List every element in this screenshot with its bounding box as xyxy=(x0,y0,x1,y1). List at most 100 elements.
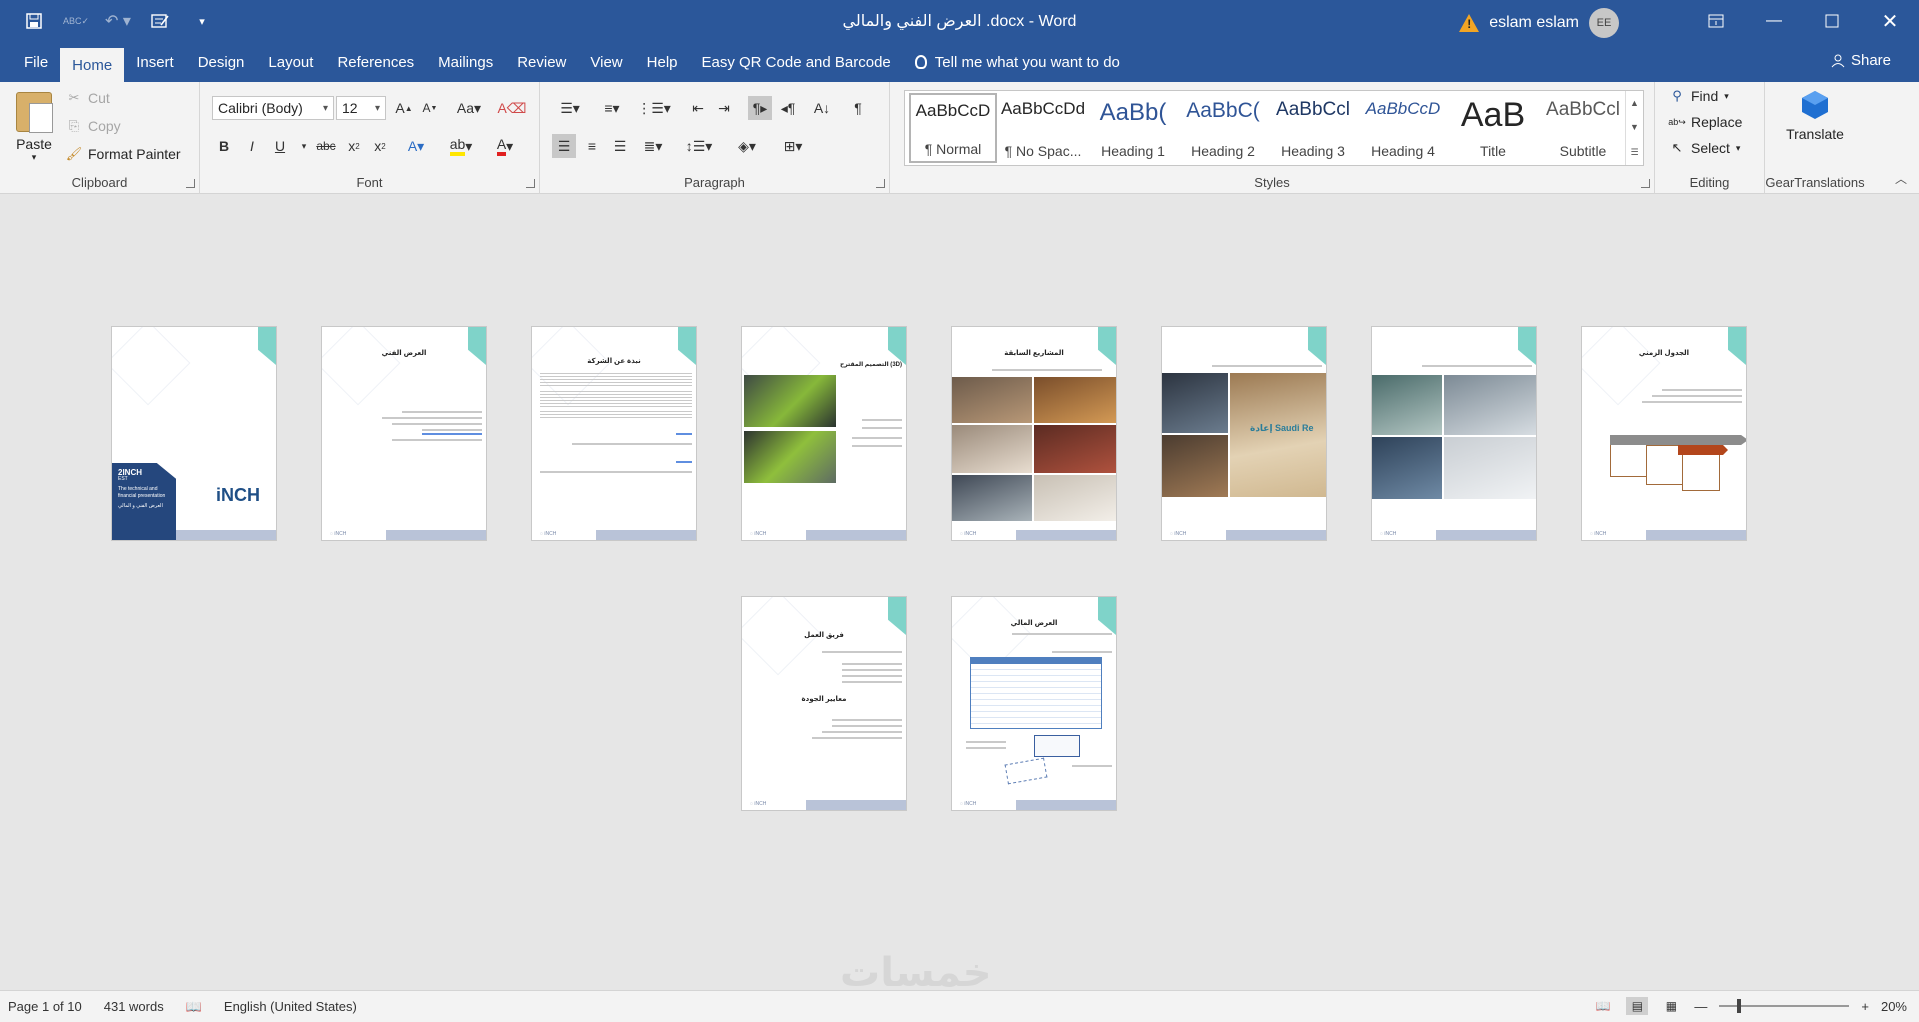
text-effects-icon[interactable]: A▾ xyxy=(404,134,428,158)
line-spacing-icon[interactable]: ↕☰▾ xyxy=(682,134,716,158)
tab-help[interactable]: Help xyxy=(635,42,690,82)
tab-layout[interactable]: Layout xyxy=(256,42,325,82)
close-icon[interactable]: ✕ xyxy=(1861,0,1919,42)
paragraph-launcher-icon[interactable] xyxy=(876,179,885,188)
sort-icon[interactable]: A↓ xyxy=(810,96,834,120)
borders-icon[interactable]: ⊞▾ xyxy=(776,134,810,158)
collapse-ribbon-icon[interactable]: ︿ xyxy=(1895,170,1907,187)
page-thumbnail-1[interactable]: 2INCH EST The technical and financial pr… xyxy=(111,326,277,541)
find-button[interactable]: ⚲ Find ▾ xyxy=(1669,88,1729,104)
underline-icon[interactable]: U xyxy=(268,134,292,158)
style-normal[interactable]: AaBbCcD ¶ Normal xyxy=(909,93,997,163)
proofing-icon[interactable]: 📖 xyxy=(186,999,202,1015)
tab-easy-qr-code-and-barcode[interactable]: Easy QR Code and Barcode xyxy=(690,42,903,82)
page-thumbnail-3[interactable]: نبذة عن الشركة ◌ iNCH xyxy=(531,326,697,541)
zoom-level[interactable]: 20% xyxy=(1881,999,1907,1014)
numbering-icon[interactable]: ≡▾ xyxy=(594,96,630,120)
clear-formatting-icon[interactable]: A⌫ xyxy=(497,96,526,120)
share-button[interactable]: Share xyxy=(1831,52,1891,69)
page-count[interactable]: Page 1 of 10 xyxy=(8,999,82,1015)
tell-me-search[interactable]: Tell me what you want to do xyxy=(903,42,1132,82)
font-launcher-icon[interactable] xyxy=(526,179,535,188)
style-heading-4[interactable]: AaBbCcD Heading 4 xyxy=(1359,93,1447,163)
bold-icon[interactable]: B xyxy=(212,134,236,158)
tab-design[interactable]: Design xyxy=(186,42,257,82)
align-right-icon[interactable]: ☰ xyxy=(608,134,632,158)
page-thumbnail-7[interactable]: ◌ iNCH xyxy=(1371,326,1537,541)
style-heading-2[interactable]: AaBbC( Heading 2 xyxy=(1179,93,1267,163)
paste-dropdown-icon[interactable]: ▾ xyxy=(32,152,37,163)
decrease-indent-icon[interactable]: ⇤ xyxy=(686,96,710,120)
document-area[interactable]: 2INCH EST The technical and financial pr… xyxy=(0,195,1919,995)
superscript-icon[interactable]: x2 xyxy=(368,134,392,158)
grow-font-icon[interactable]: A ▲ xyxy=(392,96,416,120)
tab-file[interactable]: File xyxy=(12,42,60,82)
multilevel-list-icon[interactable]: ⋮☰▾ xyxy=(636,96,672,120)
styles-launcher-icon[interactable] xyxy=(1641,179,1650,188)
copy-button[interactable]: ⎘ Copy xyxy=(66,118,121,134)
print-layout-icon[interactable]: ▤ xyxy=(1626,997,1649,1015)
web-layout-icon[interactable]: ▦ xyxy=(1660,997,1682,1015)
page-thumbnail-10[interactable]: العرض المالي ◌ iNCH xyxy=(951,596,1117,811)
account-area[interactable]: eslam eslam EE xyxy=(1459,8,1619,38)
justify-icon[interactable]: ≣▾ xyxy=(636,134,670,158)
show-marks-icon[interactable]: ¶ xyxy=(846,96,870,120)
page-thumbnail-4[interactable]: التصميم المقترح (3D) ◌ iNCH xyxy=(741,326,907,541)
avatar[interactable]: EE xyxy=(1589,8,1619,38)
scroll-down-icon[interactable]: ▼ xyxy=(1630,122,1639,132)
user-name[interactable]: eslam eslam xyxy=(1489,14,1579,32)
style-subtitle[interactable]: AaBbCcl Subtitle xyxy=(1539,93,1627,163)
increase-indent-icon[interactable]: ⇥ xyxy=(712,96,736,120)
shading-icon[interactable]: ◈▾ xyxy=(730,134,764,158)
more-styles-icon[interactable]: ☰ xyxy=(1630,147,1638,158)
zoom-out-icon[interactable]: — xyxy=(1694,999,1707,1014)
align-left-icon[interactable]: ☰ xyxy=(552,134,576,158)
zoom-slider-thumb[interactable] xyxy=(1737,999,1742,1013)
maximize-icon[interactable] xyxy=(1803,0,1861,42)
font-size-combo[interactable]: 12 xyxy=(336,96,386,120)
bullets-icon[interactable]: ☰▾ xyxy=(552,96,588,120)
tab-references[interactable]: References xyxy=(325,42,426,82)
cut-button[interactable]: ✂ Cut xyxy=(66,90,110,106)
format-painter-button[interactable]: 🖌 Format Painter xyxy=(66,146,181,162)
rtl-direction-icon[interactable]: ◂¶ xyxy=(776,96,800,120)
style-no-spacing[interactable]: AaBbCcDd ¶ No Spac... xyxy=(999,93,1087,163)
paste-button[interactable]: Paste ▾ xyxy=(16,92,53,163)
zoom-slider[interactable] xyxy=(1719,999,1850,1013)
language-indicator[interactable]: English (United States) xyxy=(224,999,357,1015)
ribbon-display-options-icon[interactable] xyxy=(1687,0,1745,42)
page-thumbnail-5[interactable]: المشاريع السابقة ◌ iNCH xyxy=(951,326,1117,541)
strikethrough-icon[interactable]: abc xyxy=(312,134,340,158)
warning-icon[interactable] xyxy=(1459,14,1480,32)
minimize-icon[interactable]: — xyxy=(1745,0,1803,42)
tab-mailings[interactable]: Mailings xyxy=(426,42,505,82)
share-label[interactable]: Share xyxy=(1851,52,1891,69)
zoom-in-icon[interactable]: + xyxy=(1861,999,1869,1014)
replace-button[interactable]: ab↪ Replace xyxy=(1668,114,1742,130)
page-thumbnail-8[interactable]: الجدول الزمني ◌ iNCH xyxy=(1581,326,1747,541)
italic-icon[interactable]: I xyxy=(240,134,264,158)
clipboard-launcher-icon[interactable] xyxy=(186,179,195,188)
tab-insert[interactable]: Insert xyxy=(124,42,186,82)
style-heading-3[interactable]: AaBbCcl Heading 3 xyxy=(1269,93,1357,163)
translate-button[interactable]: Translate xyxy=(1783,90,1847,142)
ltr-direction-icon[interactable]: ¶▸ xyxy=(748,96,772,120)
align-center-icon[interactable]: ≡ xyxy=(580,134,604,158)
select-button[interactable]: ↖ Select ▾ xyxy=(1669,140,1741,156)
subscript-icon[interactable]: x2 xyxy=(342,134,366,158)
font-name-combo[interactable]: Calibri (Body) xyxy=(212,96,334,120)
read-mode-icon[interactable]: 📖 xyxy=(1592,997,1614,1015)
style-heading-1[interactable]: AaBb( Heading 1 xyxy=(1089,93,1177,163)
word-count[interactable]: 431 words xyxy=(104,999,164,1015)
tab-view[interactable]: View xyxy=(578,42,634,82)
tab-home[interactable]: Home xyxy=(60,46,125,82)
change-case-icon[interactable]: Aa▾ xyxy=(452,96,486,120)
style-title[interactable]: AaB Title xyxy=(1449,93,1537,163)
scroll-up-icon[interactable]: ▲ xyxy=(1630,98,1639,108)
page-thumbnail-6[interactable]: إعادة Saudi Re ◌ iNCH xyxy=(1161,326,1327,541)
shrink-font-icon[interactable]: A ▼ xyxy=(418,96,442,120)
font-color-icon[interactable]: A ▾ xyxy=(488,134,522,158)
tab-review[interactable]: Review xyxy=(505,42,578,82)
highlight-icon[interactable]: ab ▾ xyxy=(444,134,478,158)
page-thumbnail-2[interactable]: العرض الفني ◌ iNCH xyxy=(321,326,487,541)
